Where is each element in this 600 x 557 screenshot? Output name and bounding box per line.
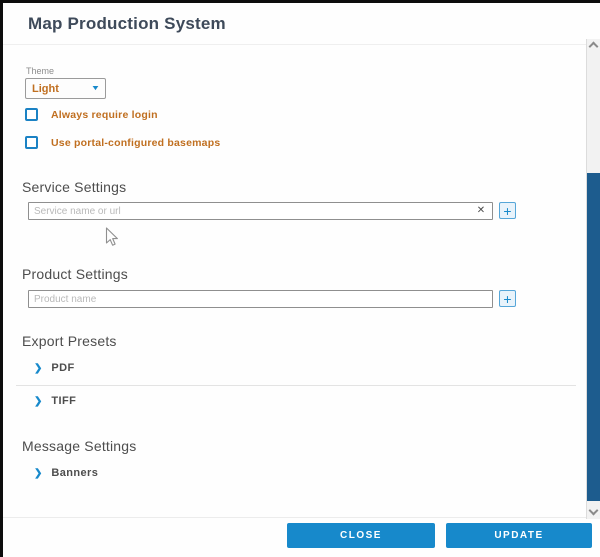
product-name-input[interactable] [28, 290, 493, 308]
checkbox-label: Always require login [51, 109, 158, 121]
expander-label: PDF [51, 362, 74, 374]
chevron-right-icon: ❯ [34, 468, 42, 479]
export-presets-heading: Export Presets [22, 333, 117, 349]
mouse-cursor [105, 227, 120, 247]
product-settings-heading: Product Settings [22, 266, 128, 282]
checkbox-label: Use portal-configured basemaps [51, 137, 220, 149]
scroll-down-button[interactable] [589, 506, 599, 516]
service-settings-heading: Service Settings [22, 179, 126, 195]
row-divider [16, 385, 576, 386]
update-button[interactable]: UPDATE [446, 523, 592, 548]
close-button[interactable]: CLOSE [287, 523, 435, 548]
checkbox-row-always-require-login[interactable]: Always require login [25, 108, 158, 121]
expander-pdf[interactable]: ❯ PDF [34, 362, 75, 374]
scrollbar-track[interactable] [586, 39, 600, 519]
clear-icon[interactable]: ✕ [475, 205, 487, 217]
scrollbar-thumb[interactable] [587, 173, 600, 501]
checkbox[interactable] [25, 136, 38, 149]
theme-selected-value: Light [32, 83, 92, 95]
expander-label: Banners [51, 467, 98, 479]
settings-dialog: Map Production System Theme Light ▼ Alwa… [0, 0, 600, 557]
message-settings-heading: Message Settings [22, 438, 136, 454]
expander-label: TIFF [51, 395, 76, 407]
add-product-button[interactable]: + [499, 290, 516, 307]
scroll-up-button[interactable] [589, 42, 599, 52]
page-title: Map Production System [28, 14, 226, 34]
theme-select[interactable]: Light ▼ [25, 78, 106, 99]
chevron-right-icon: ❯ [34, 363, 42, 374]
footer-divider [3, 517, 589, 518]
checkbox[interactable] [25, 108, 38, 121]
expander-banners[interactable]: ❯ Banners [34, 467, 98, 479]
header-divider [3, 44, 586, 45]
add-service-button[interactable]: + [499, 202, 516, 219]
expander-tiff[interactable]: ❯ TIFF [34, 395, 76, 407]
service-name-input[interactable] [28, 202, 493, 220]
theme-label: Theme [26, 66, 54, 76]
checkbox-row-portal-basemaps[interactable]: Use portal-configured basemaps [25, 136, 220, 149]
chevron-down-icon: ▼ [91, 85, 101, 92]
chevron-right-icon: ❯ [34, 396, 42, 407]
